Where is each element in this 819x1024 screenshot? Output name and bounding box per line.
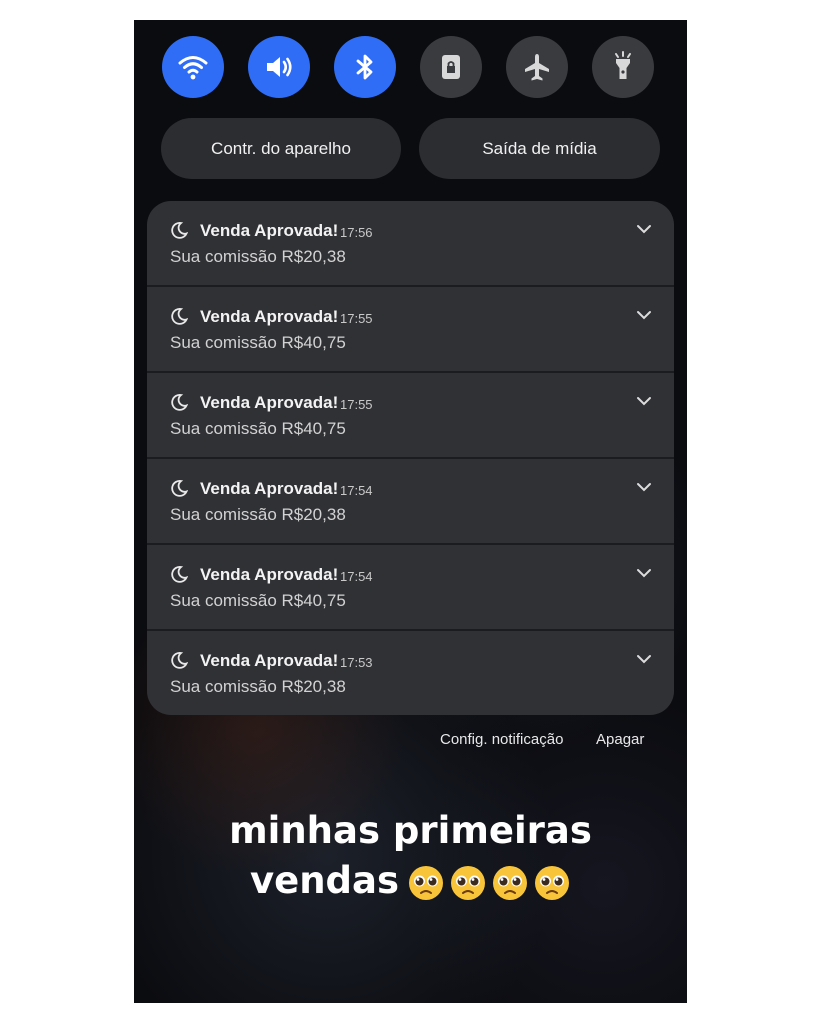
moon-icon (171, 652, 188, 669)
flashlight-toggle[interactable] (592, 36, 654, 98)
notification-item[interactable]: Venda Aprovada! 17:55 Sua comissão R$40,… (147, 373, 674, 457)
portrait-lock-icon (442, 55, 460, 79)
pleading-face-emoji-icon (451, 865, 486, 900)
notification-time: 17:53 (340, 655, 373, 670)
notification-time: 17:54 (340, 483, 373, 498)
clear-all-link[interactable]: Apagar (596, 731, 644, 748)
notification-item[interactable]: Venda Aprovada! 17:55 Sua comissão R$40,… (147, 287, 674, 371)
quick-settings-row (162, 36, 656, 98)
notification-body: Sua comissão R$40,75 (170, 591, 346, 610)
airplane-toggle[interactable] (506, 36, 568, 98)
moon-icon (171, 394, 188, 411)
wifi-toggle[interactable] (162, 36, 224, 98)
bluetooth-icon (356, 54, 373, 80)
moon-icon (171, 222, 188, 239)
airplane-icon (525, 54, 549, 81)
chevron-down-icon[interactable] (636, 222, 652, 236)
bluetooth-toggle[interactable] (334, 36, 396, 98)
notification-item[interactable]: Venda Aprovada! 17:54 Sua comissão R$20,… (147, 459, 674, 543)
portrait-lock-toggle[interactable] (420, 36, 482, 98)
chevron-down-icon[interactable] (636, 652, 652, 666)
sound-toggle[interactable] (248, 36, 310, 98)
notification-time: 17:56 (340, 225, 373, 240)
device-control-label: Contr. do aparelho (211, 138, 351, 158)
notification-shade: Contr. do aparelho Saída de mídia Venda … (134, 20, 687, 1003)
chevron-down-icon[interactable] (636, 394, 652, 408)
notification-body: Sua comissão R$40,75 (170, 333, 346, 352)
chevron-down-icon[interactable] (636, 308, 652, 322)
notification-item[interactable]: Venda Aprovada! 17:54 Sua comissão R$40,… (147, 545, 674, 629)
notification-item[interactable]: Venda Aprovada! 17:53 Sua comissão R$20,… (147, 631, 674, 715)
pleading-face-emoji-icon (535, 865, 570, 900)
notification-body: Sua comissão R$20,38 (170, 247, 346, 266)
notification-item[interactable]: Venda Aprovada! 17:56 Sua comissão R$20,… (147, 201, 674, 285)
moon-icon (171, 480, 188, 497)
media-output-button[interactable]: Saída de mídia (419, 118, 660, 179)
notification-settings-link[interactable]: Config. notificação (440, 731, 563, 748)
pleading-face-emoji-icon (409, 865, 444, 900)
flashlight-icon (615, 51, 631, 79)
notification-title: Venda Aprovada! (200, 565, 339, 584)
notification-body: Sua comissão R$20,38 (170, 505, 346, 524)
notification-time: 17:55 (340, 397, 373, 412)
notification-list: Venda Aprovada! 17:56 Sua comissão R$20,… (147, 201, 674, 715)
wifi-icon (178, 56, 208, 80)
device-control-button[interactable]: Contr. do aparelho (161, 118, 401, 179)
caption-line-2: vendas (249, 859, 400, 902)
media-output-label: Saída de mídia (482, 138, 597, 158)
moon-icon (171, 308, 188, 325)
notification-title: Venda Aprovada! (200, 393, 339, 412)
notification-body: Sua comissão R$40,75 (170, 419, 346, 438)
notification-title: Venda Aprovada! (200, 221, 339, 240)
emoji-group (407, 864, 571, 902)
sound-icon (267, 57, 292, 77)
notification-body: Sua comissão R$20,38 (170, 677, 346, 696)
notification-title: Venda Aprovada! (200, 307, 339, 326)
notification-time: 17:54 (340, 569, 373, 584)
notification-title: Venda Aprovada! (200, 651, 339, 670)
moon-icon (171, 566, 188, 583)
chevron-down-icon[interactable] (636, 480, 652, 494)
chevron-down-icon[interactable] (636, 566, 652, 580)
notification-time: 17:55 (340, 311, 373, 326)
notification-title: Venda Aprovada! (200, 479, 339, 498)
caption-line-2-container: vendas (134, 856, 687, 906)
pleading-face-emoji-icon (493, 865, 528, 900)
caption-line-1: minhas primeiras (229, 809, 592, 852)
